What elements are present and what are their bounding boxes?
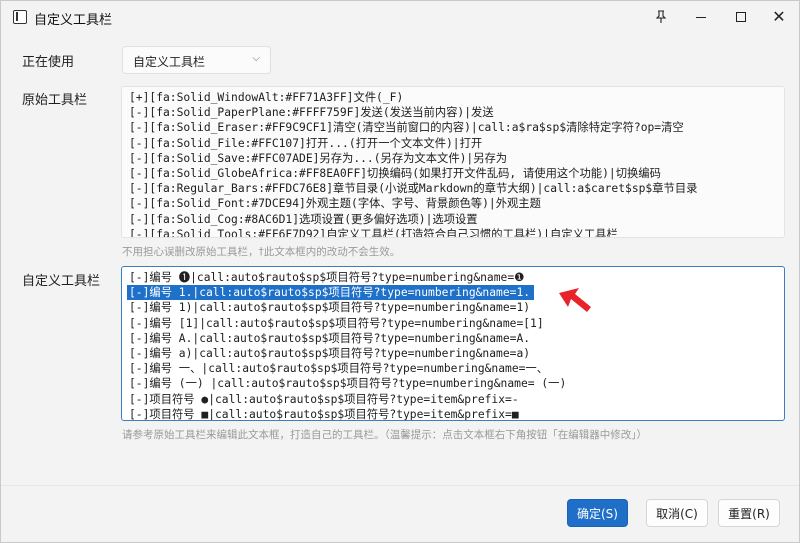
custom-toolbar-line: [-]编号 A.|call:auto$rauto$sp$项目符号?type=nu… (129, 331, 784, 346)
custom-toolbar-line: [-]编号 1)|call:auto$rauto$sp$项目符号?type=nu… (129, 300, 784, 315)
line-text: [-]项目符号 ●|call:auto$rauto$sp$项目符号?type=i… (129, 392, 519, 406)
custom-toolbar-line: [-]编号 ❶|call:auto$rauto$sp$项目符号?type=num… (129, 270, 784, 285)
original-toolbar-line: [-][fa:Solid_Font:#7DCE94]外观主题(字体、字号、背景颜… (129, 197, 541, 211)
reset-button[interactable]: 重置(R) (718, 499, 780, 527)
line-text: [-]编号 a)|call:auto$rauto$sp$项目符号?type=nu… (129, 347, 531, 361)
pin-icon (655, 10, 667, 23)
minimize-button[interactable] (681, 1, 721, 33)
original-toolbar-line: [+][fa:Solid_WindowAlt:#FF71A3FF]文件(_F) (129, 91, 404, 104)
original-toolbar-line: [-][fa:Solid_Eraser:#FF9C9CF1]清空(清空当前窗口的… (129, 121, 684, 135)
minimize-icon (696, 16, 706, 18)
line-text: [-]编号 1)|call:auto$rauto$sp$项目符号?type=nu… (129, 301, 531, 315)
original-toolbar-line: [-][fa:Solid_Cog:#8AC6D1]选项设置(更多偏好选项)|选项… (129, 212, 478, 226)
custom-toolbar-line: [-]项目符号 ■|call:auto$rauto$sp$项目符号?type=i… (129, 407, 784, 421)
footer-divider (1, 485, 799, 486)
maximize-icon (736, 12, 746, 22)
app-window-icon (13, 10, 27, 24)
ok-button[interactable]: 确定(S) (567, 499, 628, 527)
custom-toolbar-line: [-]编号 1.|call:auto$rauto$sp$项目符号?type=nu… (127, 285, 784, 301)
line-text: [-]编号 (一) |call:auto$rauto$sp$项目符号?type=… (129, 377, 567, 391)
close-icon: ✕ (772, 7, 786, 26)
title-bar[interactable]: 自定义工具栏 ✕ (1, 1, 799, 33)
original-toolbar-line: [-][fa:Solid_GlobeAfrica:#FF8EA0FF]切换编码(… (129, 167, 661, 181)
custom-toolbar-dialog: 自定义工具栏 ✕ 正在使用 自定义工具栏 ⌵ 原始工具栏 [+][fa:Soli… (0, 0, 800, 543)
original-toolbar-line: [-][fa:Solid_Save:#FFC07ADE]另存为...(另存为文本… (129, 151, 508, 165)
cancel-button[interactable]: 取消(C) (646, 499, 708, 527)
custom-toolbar-hint: 请参考原始工具栏来编辑此文本框，打造自己的工具栏。（温馨提示：点击文本框右下角按… (122, 429, 647, 441)
custom-toolbar-line: [-]编号 (一) |call:auto$rauto$sp$项目符号?type=… (129, 376, 784, 391)
original-toolbar-hint: 不用担心误删改原始工具栏，†此文本框内的改动不会生效。 (122, 246, 401, 258)
original-toolbar-line: [-][fa:Solid_Tools:#FF6F7D92]自定义工具栏(打造符合… (129, 227, 618, 238)
original-toolbar-label: 原始工具栏 (22, 93, 88, 108)
original-toolbar-line: [-][fa:Solid_PaperPlane:#FFFF759F]发送(发送当… (129, 106, 494, 120)
custom-toolbar-label: 自定义工具栏 (22, 274, 101, 289)
custom-toolbar-line: [-]编号 一、|call:auto$rauto$sp$项目符号?type=nu… (129, 361, 784, 376)
red-arrow-icon (559, 288, 591, 312)
line-text: [-]编号 一、|call:auto$rauto$sp$项目符号?type=nu… (129, 362, 549, 376)
line-text: [-]编号 A.|call:auto$rauto$sp$项目符号?type=nu… (129, 331, 531, 345)
in-use-label: 正在使用 (22, 55, 75, 70)
line-text: [-]项目符号 ■|call:auto$rauto$sp$项目符号?type=i… (129, 407, 519, 421)
original-toolbar-line: [-][fa:Regular_Bars:#FFDC76E8]章节目录(小说或Ma… (129, 182, 698, 196)
line-text: [-]编号 [1]|call:auto$rauto$sp$项目符号?type=n… (129, 316, 544, 330)
selected-text: [-]编号 1.|call:auto$rauto$sp$项目符号?type=nu… (127, 285, 535, 301)
window-title: 自定义工具栏 (34, 13, 113, 28)
original-toolbar-line: [-][fa:Solid_File:#FFC107]打开...(打开一个文本文件… (129, 136, 483, 150)
close-button[interactable]: ✕ (759, 1, 799, 33)
custom-toolbar-line: [-]项目符号 ●|call:auto$rauto$sp$项目符号?type=i… (129, 392, 784, 407)
chevron-down-icon: ⌵ (252, 53, 260, 64)
custom-toolbar-textbox[interactable]: [-]编号 ❶|call:auto$rauto$sp$项目符号?type=num… (121, 266, 785, 421)
toolbar-select[interactable]: 自定义工具栏 ⌵ (122, 46, 271, 74)
pin-on-top-button[interactable] (641, 1, 681, 33)
custom-toolbar-line: [-]编号 [1]|call:auto$rauto$sp$项目符号?type=n… (129, 316, 784, 331)
line-text: [-]编号 ❶|call:auto$rauto$sp$项目符号?type=num… (129, 271, 525, 284)
toolbar-select-value: 自定义工具栏 (133, 55, 206, 69)
maximize-button[interactable] (721, 1, 761, 33)
custom-toolbar-line: [-]编号 a)|call:auto$rauto$sp$项目符号?type=nu… (129, 346, 784, 361)
original-toolbar-textbox[interactable]: [+][fa:Solid_WindowAlt:#FF71A3FF]文件(_F) [… (121, 86, 785, 238)
